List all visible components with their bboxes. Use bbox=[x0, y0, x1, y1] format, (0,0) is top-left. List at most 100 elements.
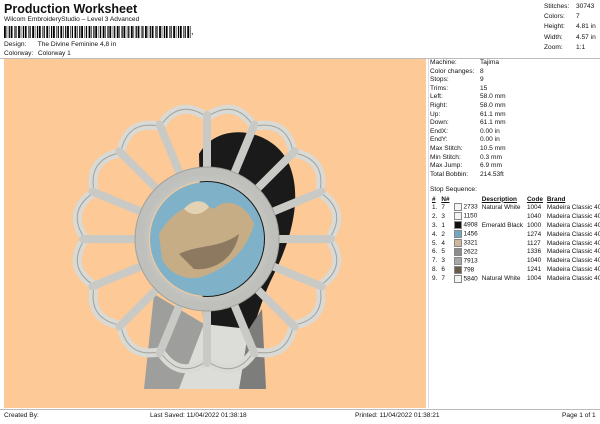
cell-index: 6. bbox=[432, 248, 438, 256]
cell-needle: 7 bbox=[441, 275, 445, 283]
color-swatch bbox=[453, 221, 462, 230]
table-row: 5. 4 3321 1127 Madeira Classic 40 bbox=[430, 239, 600, 248]
footer-printed: Printed: 11/04/2022 01:38:21 bbox=[355, 412, 440, 419]
page-title: Production Worksheet bbox=[4, 2, 138, 16]
param-row: Machine: Tajima bbox=[430, 59, 500, 66]
table-row: 7. 3 7913 1040 Madeira Classic 40 bbox=[430, 256, 600, 265]
design-value: The Divine Feminine 4,8 in bbox=[37, 41, 117, 48]
cell-swatch: 3321 bbox=[452, 239, 480, 248]
col-header-code: Code bbox=[526, 195, 543, 203]
cell-swatch: 1150 bbox=[452, 212, 480, 221]
cell-description: Natural White bbox=[481, 275, 521, 283]
table-header-row: # N# Description Code Brand bbox=[430, 195, 600, 203]
cell-swatch: 1456 bbox=[452, 230, 480, 239]
param-row: Total Bobbin: 214.53ft bbox=[430, 170, 504, 178]
footer-last-saved: Last Saved: 11/04/2022 01:38:18 bbox=[150, 412, 247, 419]
color-swatch bbox=[453, 265, 462, 274]
param-row: Up: 61.1 mm bbox=[430, 110, 506, 118]
thread-number: 1150 bbox=[463, 213, 478, 221]
cell-code: 1274 bbox=[526, 230, 542, 238]
cell-code: 1336 bbox=[526, 248, 542, 256]
stat-row: Height: 4.81 in bbox=[544, 23, 596, 31]
table-row: 6. 5 2622 1336 Madeira Classic 40 bbox=[430, 247, 600, 256]
frame-spoke bbox=[269, 262, 326, 291]
thread-number: 3321 bbox=[463, 239, 478, 247]
design-row: Design: The Divine Feminine 4,8 in bbox=[4, 41, 116, 48]
stop-sequence-table: # N# Description Code Brand 1. 7 2733 Natur… bbox=[430, 195, 600, 283]
cell-swatch: 798 bbox=[452, 265, 480, 274]
param-row: EndY: 0.00 in bbox=[430, 136, 500, 144]
cell-description bbox=[480, 230, 525, 239]
footer-divider bbox=[0, 409, 600, 410]
color-swatch bbox=[453, 203, 462, 212]
col-header-brand: Brand bbox=[546, 195, 566, 203]
param-row: Max Stitch: 10.5 mm bbox=[430, 144, 506, 152]
cell-code: 1127 bbox=[526, 239, 541, 247]
table-row: 2. 3 1150 1040 Madeira Classic 40 bbox=[430, 212, 600, 221]
cell-needle: 2 bbox=[441, 230, 445, 238]
thread-number: 2733 bbox=[463, 204, 478, 212]
cell-swatch: 2733 bbox=[452, 203, 480, 212]
colorway-label: Colorway: bbox=[4, 50, 34, 57]
color-swatch bbox=[453, 247, 462, 256]
frame-spoke bbox=[115, 147, 161, 193]
cell-description bbox=[480, 239, 525, 248]
cell-description: Emerald Black bbox=[481, 221, 523, 229]
cell-needle: 3 bbox=[441, 257, 445, 265]
param-row: Trims: 15 bbox=[430, 84, 488, 92]
cell-index: 5. bbox=[432, 239, 438, 247]
stat-row: Width: 4.57 in bbox=[544, 33, 596, 41]
cell-brand: Madeira Classic 40 bbox=[546, 248, 600, 256]
frame-scallop bbox=[292, 148, 326, 194]
cell-brand: Madeira Classic 40 bbox=[546, 266, 600, 274]
cell-code: 1004 bbox=[526, 203, 542, 211]
cell-code: 1040 bbox=[526, 212, 542, 220]
cell-code: 1241 bbox=[526, 266, 542, 274]
cell-index: 4. bbox=[432, 230, 438, 238]
thread-number: 1456 bbox=[463, 230, 478, 238]
cell-description bbox=[480, 212, 525, 221]
frame-spoke bbox=[88, 262, 145, 291]
table-row: 9. 7 5840 Natural White 1004 Madeira Classic … bbox=[430, 274, 600, 283]
cell-brand: Madeira Classic 40 bbox=[546, 239, 600, 247]
barcode-mark: , bbox=[191, 26, 194, 36]
frame-scallop bbox=[88, 148, 122, 194]
cell-description bbox=[480, 247, 525, 256]
frame-scallop bbox=[88, 284, 122, 330]
col-header-index: # bbox=[432, 195, 436, 203]
column-divider bbox=[428, 59, 429, 408]
col-header-needle: N# bbox=[441, 195, 450, 203]
cell-description bbox=[480, 265, 525, 274]
frame-scallop bbox=[292, 284, 326, 330]
cell-brand: Madeira Classic 40 bbox=[546, 203, 600, 211]
cell-swatch: 2622 bbox=[452, 247, 480, 256]
colorway-value: Colorway 1 bbox=[37, 50, 71, 57]
param-row: Stops: 9 bbox=[430, 76, 484, 84]
color-swatch bbox=[453, 239, 462, 247]
barcode bbox=[4, 26, 191, 38]
cell-swatch: 5840 bbox=[452, 274, 480, 283]
frame-spoke bbox=[88, 187, 145, 216]
thread-number: 798 bbox=[463, 266, 475, 274]
cell-brand: Madeira Classic 40 bbox=[546, 221, 600, 229]
cell-index: 7. bbox=[432, 257, 438, 265]
cell-needle: 6 bbox=[441, 266, 445, 274]
param-row: Max Jump: 6.9 mm bbox=[430, 162, 502, 170]
stat-row: Zoom: 1:1 bbox=[544, 43, 586, 51]
cell-swatch: 4908 bbox=[452, 221, 480, 230]
cell-brand: Madeira Classic 40 bbox=[546, 257, 600, 265]
color-swatch bbox=[453, 212, 462, 221]
software-subtitle: Wilcom EmbroideryStudio – Level 3 Advanc… bbox=[4, 16, 140, 23]
param-row: Left: 58.0 mm bbox=[430, 93, 506, 101]
table-row: 4. 2 1456 1274 Madeira Classic 40 bbox=[430, 230, 600, 239]
cell-description bbox=[480, 256, 525, 265]
cell-index: 3. bbox=[432, 221, 438, 229]
color-swatch bbox=[453, 230, 462, 239]
design-preview bbox=[4, 59, 426, 408]
machine-params: Machine: Tajima Color changes: 8 Stops: 9 T… bbox=[430, 59, 506, 179]
thread-number: 5840 bbox=[463, 275, 478, 283]
stat-row: Stitches: 30743 bbox=[544, 3, 595, 10]
cell-brand: Madeira Classic 40 bbox=[546, 212, 600, 220]
cell-index: 2. bbox=[432, 212, 438, 220]
frame-scallop bbox=[116, 120, 162, 154]
